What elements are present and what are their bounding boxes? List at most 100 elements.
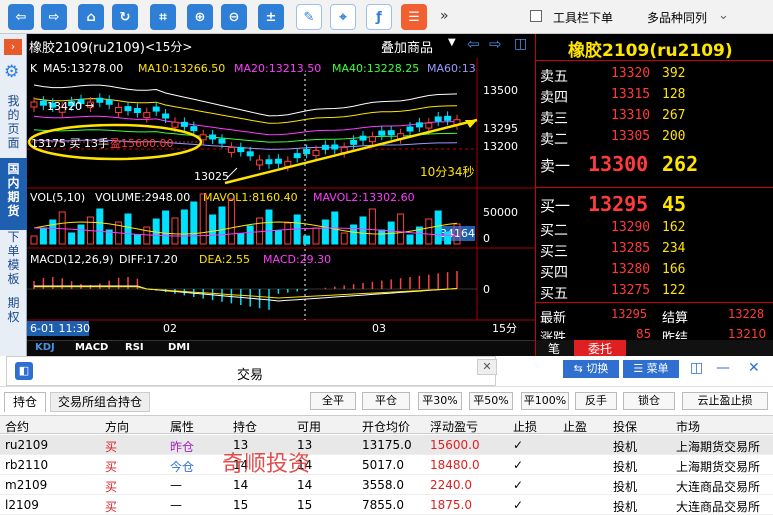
column-header[interactable]: 合约 xyxy=(5,418,29,435)
action-button[interactable]: 平100% xyxy=(521,392,569,410)
bid-row[interactable]: 买五 13275 122 xyxy=(536,283,773,304)
ask-row[interactable]: 卖三 13310 267 xyxy=(536,108,773,129)
vol-label: VOL(5,10) xyxy=(30,191,85,204)
function-icon[interactable]: ƒ xyxy=(366,4,392,30)
column-header[interactable]: 浮动盈亏 xyxy=(430,418,478,435)
sidebar-item-order-template[interactable]: 下单模板 xyxy=(0,230,27,286)
volume-bar xyxy=(49,219,57,245)
candle-body xyxy=(425,122,433,129)
tab-macd[interactable]: MACD xyxy=(75,342,108,353)
table-cell: ✓ xyxy=(513,458,524,472)
column-header[interactable]: 可用 xyxy=(297,418,321,435)
crop-icon[interactable]: ⌗ xyxy=(150,4,176,30)
tab-positions[interactable]: 持仓 xyxy=(4,392,46,412)
bid-row[interactable]: 买二 13290 162 xyxy=(536,220,773,241)
minimize-icon[interactable]: — xyxy=(716,360,730,376)
action-button[interactable]: 反手 xyxy=(575,392,617,410)
table-cell: 5017.0 xyxy=(362,458,404,472)
tab-ticks[interactable]: 笔 xyxy=(548,340,560,357)
prev-symbol-icon[interactable]: ⇦ xyxy=(467,35,480,53)
table-row[interactable]: rb2110 买今仓 14 14 5017.0 18480.0 ✓ 投机 上海期货交易所 xyxy=(0,455,773,475)
forward-arrow-icon[interactable]: ⇨ xyxy=(41,4,67,30)
latest-price: 13295 xyxy=(611,307,648,321)
gear-icon[interactable]: ⚙ xyxy=(4,62,19,82)
close-dialog-icon[interactable]: ✕ xyxy=(477,359,497,375)
tab-combo-positions[interactable]: 交易所组合持仓 xyxy=(50,392,150,412)
column-header[interactable]: 方向 xyxy=(105,418,129,435)
volume-bar xyxy=(162,210,170,245)
overlay-button[interactable]: 叠加商品 xyxy=(381,37,433,56)
column-header[interactable]: 开仓均价 xyxy=(362,418,410,435)
candle-body xyxy=(378,130,386,136)
sidebar-item-options[interactable]: 期权 xyxy=(0,296,27,324)
table-row[interactable]: m2109 买 — 14 14 3558.0 2240.0 ✓ 投机 大连商品交易所 xyxy=(0,475,773,495)
toolbar-order-checkbox[interactable] xyxy=(530,10,542,22)
candle-body xyxy=(180,121,188,127)
action-button[interactable]: 平50% xyxy=(469,392,513,410)
sidebar-item-domestic-futures[interactable]: 国内期货 xyxy=(0,162,27,218)
action-button[interactable]: 云止盈止损 xyxy=(682,392,768,410)
volume-bar xyxy=(397,213,405,245)
chart-period[interactable]: <15分> xyxy=(145,38,192,55)
home-icon[interactable]: ⌂ xyxy=(78,4,104,30)
table-cell: 买 xyxy=(105,460,118,474)
trade-app-icon: ◧ xyxy=(15,362,33,380)
bid-row[interactable]: 买一 13295 45 xyxy=(536,192,773,216)
chevron-down-icon[interactable]: ⌄ xyxy=(718,8,729,23)
kline-chart[interactable]: K MA5:13278.00 MA10:13266.50 MA20:13213.… xyxy=(27,58,535,340)
action-button[interactable]: 平仓 xyxy=(362,392,410,410)
ask-row[interactable]: 卖四 13315 128 xyxy=(536,87,773,108)
column-header[interactable]: 属性 xyxy=(170,418,194,435)
chart-header: 橡胶2109(ru2109) <15分> 叠加商品 ▼ ⇦ ⇨ ◫ xyxy=(27,34,535,58)
ask-row[interactable]: 卖一 13300 262 xyxy=(536,152,773,176)
table-row[interactable]: l2109 买 — 15 15 7855.0 1875.0 ✓ 投机 大连商品交易所 xyxy=(0,495,773,515)
volume-bar xyxy=(284,222,292,245)
ma5-label: MA5:13278.00 xyxy=(43,62,123,75)
bid-price: 13295 xyxy=(588,192,649,216)
pen-icon[interactable]: ✎ xyxy=(296,4,322,30)
formula-icon[interactable]: ± xyxy=(258,4,284,30)
overlay-dropdown-icon[interactable]: ▼ xyxy=(448,37,456,48)
tab-rsi[interactable]: RSI xyxy=(125,342,144,353)
next-symbol-icon[interactable]: ⇨ xyxy=(489,35,502,53)
bid-row[interactable]: 买四 13280 166 xyxy=(536,262,773,283)
back-arrow-icon[interactable]: ⇦ xyxy=(8,4,34,30)
action-button[interactable]: 锁仓 xyxy=(623,392,675,410)
zoom-out-icon[interactable]: ⊖ xyxy=(221,4,247,30)
zoom-in-icon[interactable]: ⊕ xyxy=(187,4,213,30)
action-button[interactable]: 全平 xyxy=(310,392,356,410)
tab-dmi[interactable]: DMI xyxy=(168,342,190,353)
ask-row[interactable]: 卖二 13305 200 xyxy=(536,129,773,150)
ask-row[interactable]: 卖五 13320 392 xyxy=(536,66,773,87)
list-icon[interactable]: ☰ xyxy=(401,4,427,30)
action-button[interactable]: 平30% xyxy=(418,392,462,410)
sidebar-item-my-page[interactable]: 我的页面 xyxy=(0,94,27,150)
column-header[interactable]: 市场 xyxy=(676,418,700,435)
tab-orders[interactable]: 委托 xyxy=(574,340,626,356)
trade-dialog-titlebar[interactable]: ◧ 交易 ✕ xyxy=(6,356,497,386)
column-header[interactable]: 止盈 xyxy=(563,418,587,435)
candle-body xyxy=(96,97,104,103)
trade-dialog-title: 交易 xyxy=(237,368,264,383)
expand-icon[interactable]: › xyxy=(4,39,22,55)
switch-button[interactable]: ⇆ 切换 xyxy=(563,360,619,378)
column-header[interactable]: 投保 xyxy=(613,418,637,435)
column-header[interactable]: 持仓 xyxy=(233,418,257,435)
bid-row[interactable]: 买三 13285 234 xyxy=(536,241,773,262)
table-row[interactable]: ru2109 买昨仓 13 13 13175.0 15600.0 ✓ 投机 上海期货交易所 xyxy=(0,435,773,455)
window-icon[interactable]: ◫ xyxy=(690,360,703,376)
layout-icon[interactable]: ◫ xyxy=(514,36,527,52)
more-icon[interactable]: » xyxy=(440,8,449,24)
y-label-13200: 13200 xyxy=(483,140,518,153)
tag-icon[interactable]: ⌖ xyxy=(330,4,356,30)
multi-symbol-button[interactable]: 多品种同列 xyxy=(647,9,707,26)
refresh-icon[interactable]: ↻ xyxy=(112,4,138,30)
close-window-icon[interactable]: ✕ xyxy=(748,360,760,376)
column-header[interactable]: 止损 xyxy=(513,418,537,435)
tab-kdj[interactable]: KDJ xyxy=(35,342,55,353)
ask-volume: 128 xyxy=(662,87,686,102)
bid-volume: 166 xyxy=(662,262,686,277)
bid-label: 买一 xyxy=(540,197,571,215)
candle-body xyxy=(133,108,141,114)
menu-button[interactable]: ☰ 菜单 xyxy=(623,360,679,378)
